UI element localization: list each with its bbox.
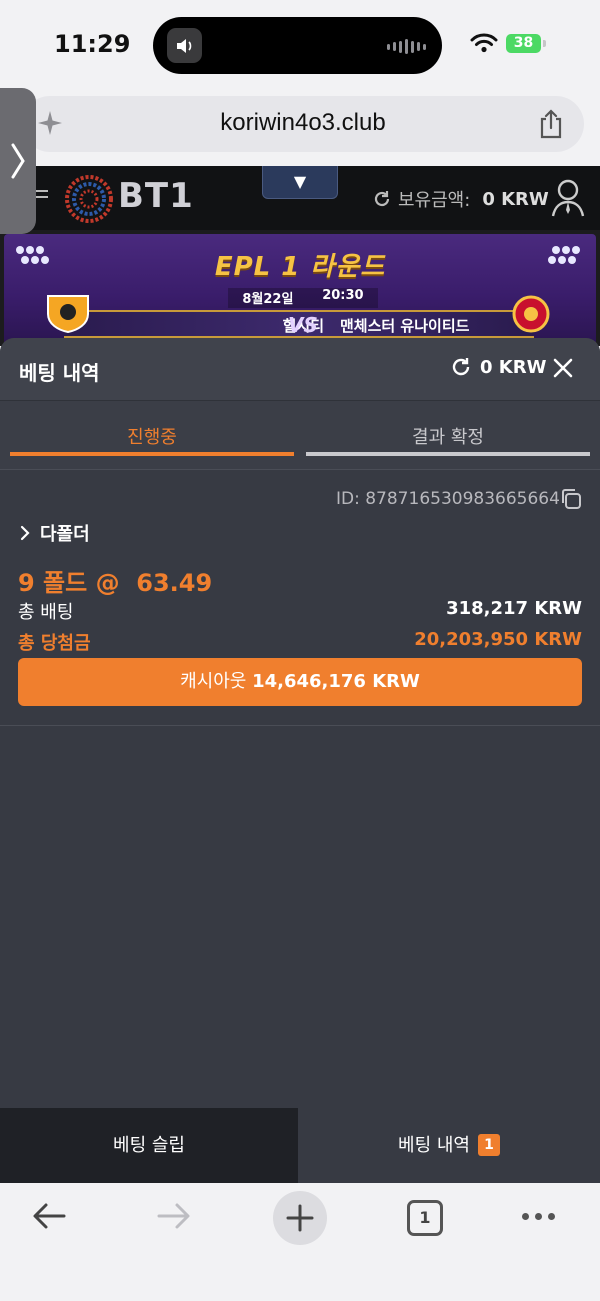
banner-datetime: 8월22일 20:30 — [228, 288, 378, 308]
match-time: 20:30 — [322, 288, 364, 303]
cashout-button[interactable]: 캐시아웃 14,646,176 KRW — [18, 658, 582, 706]
home-crest-icon — [47, 295, 89, 334]
banner-title: EPL 1 라운드 — [214, 252, 386, 282]
away-crest-icon — [512, 295, 550, 333]
bet-odds: 9 폴드 @ 63.49 — [18, 569, 213, 597]
wifi-icon — [470, 33, 498, 57]
tab-settled-underline — [306, 452, 590, 456]
dynamic-island — [153, 17, 442, 74]
tabs-button[interactable]: 1 — [407, 1200, 443, 1236]
bet-history-panel: 베팅 내역 0 KRW 진행중 결과 확정 ID: 87871653098366… — [0, 338, 600, 1183]
chevron-right-icon — [11, 143, 25, 179]
stake-value: 318,217 KRW — [446, 598, 582, 619]
bet-id: ID: 878716530983665664 — [336, 489, 560, 509]
stake-label: 총 배팅 — [18, 602, 74, 623]
match-banner[interactable]: EPL 1 라운드 8월22일 20:30 헐시티 VS 맨체스터 유나이티드 — [4, 234, 596, 346]
winnings-row: 총 당첨금 20,203,950 KRW — [18, 629, 582, 655]
panel-balance: 0 KRW — [450, 356, 546, 378]
tab-bet-history[interactable]: 베팅 내역 1 — [298, 1108, 600, 1183]
battery-nub — [543, 40, 546, 47]
forward-arrow-icon[interactable] — [155, 1197, 193, 1239]
close-icon[interactable] — [552, 357, 574, 383]
match-bar: 헐시티 VS 맨체스터 유나이티드 — [64, 310, 534, 338]
refresh-icon[interactable] — [372, 189, 392, 209]
copy-icon[interactable] — [560, 488, 582, 514]
winnings-value: 20,203,950 KRW — [414, 629, 582, 650]
tab-bet-history-label: 베팅 내역 — [398, 1135, 470, 1156]
panel-title: 베팅 내역 — [19, 361, 100, 385]
balance-label: 보유금액: — [398, 190, 471, 211]
tab-in-progress[interactable]: 진행중 — [10, 423, 294, 449]
away-team: 맨체스터 유나이티드 — [340, 317, 470, 335]
site-balance: 보유금액: 0 KRW — [372, 186, 549, 212]
browser-toolbar: 1 — [0, 1183, 600, 1301]
tab-in-progress-underline — [10, 452, 294, 456]
bet-card: ID: 878716530983665664 다폴더 9 폴드 @ 63.49 … — [0, 472, 600, 726]
logo-text[interactable]: BT1 — [118, 176, 194, 216]
audio-level-icon — [387, 39, 426, 54]
url-text[interactable]: koriwin4o3.club — [22, 109, 584, 137]
back-arrow-icon[interactable] — [30, 1197, 68, 1239]
history-tabs: 진행중 결과 확정 — [0, 400, 600, 470]
side-panel-handle[interactable] — [0, 88, 36, 234]
status-time: 11:29 — [54, 30, 131, 58]
winnings-label: 총 당첨금 — [18, 633, 91, 654]
user-icon[interactable] — [551, 178, 585, 222]
site-background: BT1 ▼ 보유금액: 0 KRW EPL 1 라운드 8월22일 20:30 … — [0, 166, 600, 346]
cashout-label: 캐시아웃 — [180, 671, 247, 692]
chevron-right-icon — [20, 525, 30, 541]
cashout-value: 14,646,176 KRW — [252, 671, 420, 692]
speaker-icon — [167, 28, 202, 63]
logo-icon[interactable] — [64, 174, 114, 228]
tab-bet-slip[interactable]: 베팅 슬립 — [0, 1108, 298, 1183]
more-icon[interactable] — [522, 1213, 555, 1220]
balance-value: 0 KRW — [482, 188, 549, 210]
bet-type-toggle[interactable]: 다폴더 — [20, 520, 90, 546]
refresh-icon[interactable] — [450, 356, 472, 378]
vs-label: VS — [288, 313, 318, 337]
match-date: 8월22일 — [242, 292, 294, 307]
bet-type-label: 다폴더 — [40, 524, 90, 545]
bet-bottom-tabs: 베팅 슬립 베팅 내역 1 — [0, 1108, 600, 1183]
battery-indicator: 38 — [506, 34, 541, 53]
share-icon[interactable] — [538, 109, 564, 143]
stake-row: 총 배팅 318,217 KRW — [18, 598, 582, 624]
dropdown-toggle[interactable]: ▼ — [262, 166, 338, 199]
menu-icon[interactable] — [36, 188, 48, 209]
plus-icon[interactable] — [273, 1191, 327, 1245]
panel-balance-value: 0 KRW — [480, 356, 547, 378]
url-bar[interactable]: koriwin4o3.club — [22, 96, 584, 152]
bet-count-badge: 1 — [477, 1134, 500, 1156]
tab-settled[interactable]: 결과 확정 — [306, 423, 590, 449]
status-bar: 11:29 38 — [0, 0, 600, 90]
panel-header: 베팅 내역 0 KRW — [0, 338, 600, 400]
site-header: BT1 ▼ 보유금액: 0 KRW — [0, 166, 600, 230]
